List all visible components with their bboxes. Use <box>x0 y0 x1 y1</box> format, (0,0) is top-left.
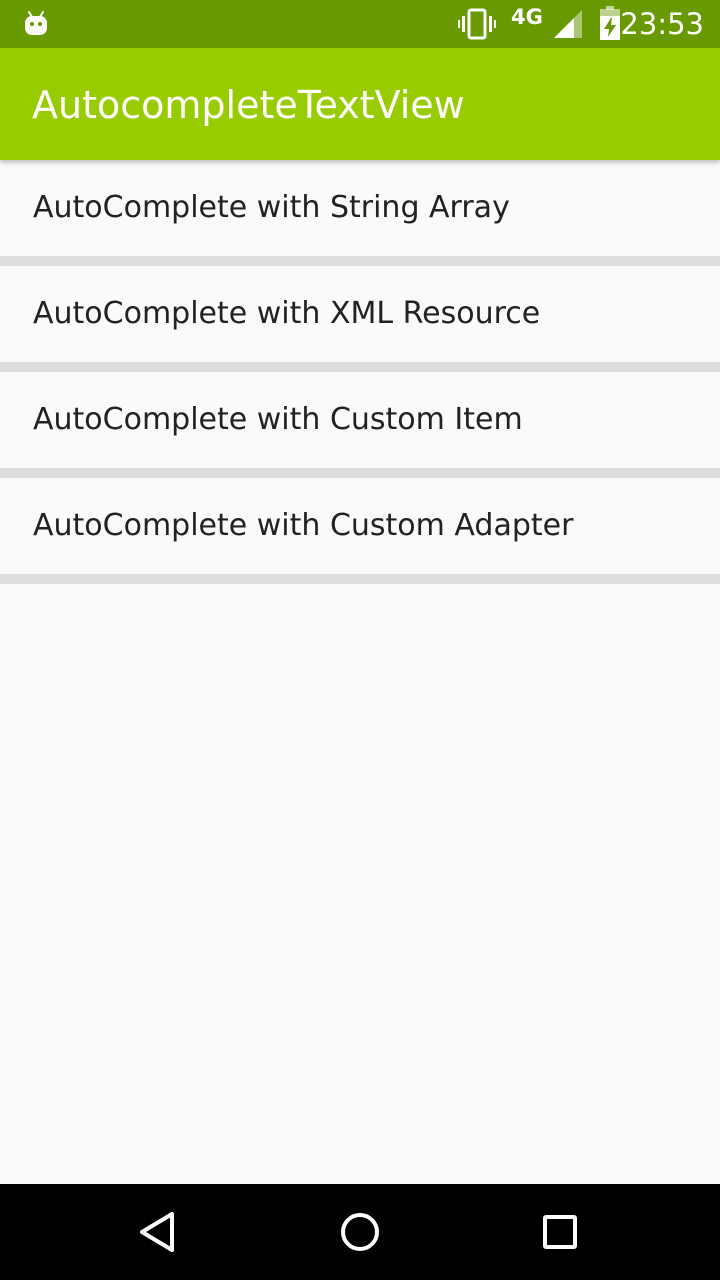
divider <box>0 468 720 478</box>
vibrate-icon <box>458 8 496 40</box>
status-bar: 4G 23:53 <box>0 0 720 48</box>
divider <box>0 256 720 266</box>
signal-icon <box>554 10 582 38</box>
divider <box>0 362 720 372</box>
list-item-xml-resource[interactable]: AutoComplete with XML Resource <box>0 266 720 362</box>
divider <box>0 574 720 584</box>
list-item-label: AutoComplete with Custom Adapter <box>33 508 574 543</box>
battery-charging-icon <box>600 6 620 40</box>
list-item-custom-adapter[interactable]: AutoComplete with Custom Adapter <box>0 478 720 574</box>
app-bar: AutocompleteTextView <box>0 48 720 160</box>
screen: 4G 23:53 AutocompleteTextView AutoComple… <box>0 0 720 1280</box>
back-icon[interactable] <box>136 1208 184 1256</box>
list-item-label: AutoComplete with Custom Item <box>33 402 523 437</box>
list-item-custom-item[interactable]: AutoComplete with Custom Item <box>0 372 720 468</box>
android-icon <box>25 11 47 35</box>
app-title: AutocompleteTextView <box>32 83 465 127</box>
list-item-string-array[interactable]: AutoComplete with String Array <box>0 160 720 256</box>
home-icon[interactable] <box>336 1208 384 1256</box>
status-clock: 23:53 <box>620 7 704 41</box>
list-item-label: AutoComplete with XML Resource <box>33 296 541 331</box>
list-item-label: AutoComplete with String Array <box>33 190 510 225</box>
network-type-label: 4G <box>511 5 543 29</box>
recents-icon[interactable] <box>536 1208 584 1256</box>
demo-list: AutoComplete with String Array AutoCompl… <box>0 160 720 584</box>
navigation-bar <box>0 1184 720 1280</box>
